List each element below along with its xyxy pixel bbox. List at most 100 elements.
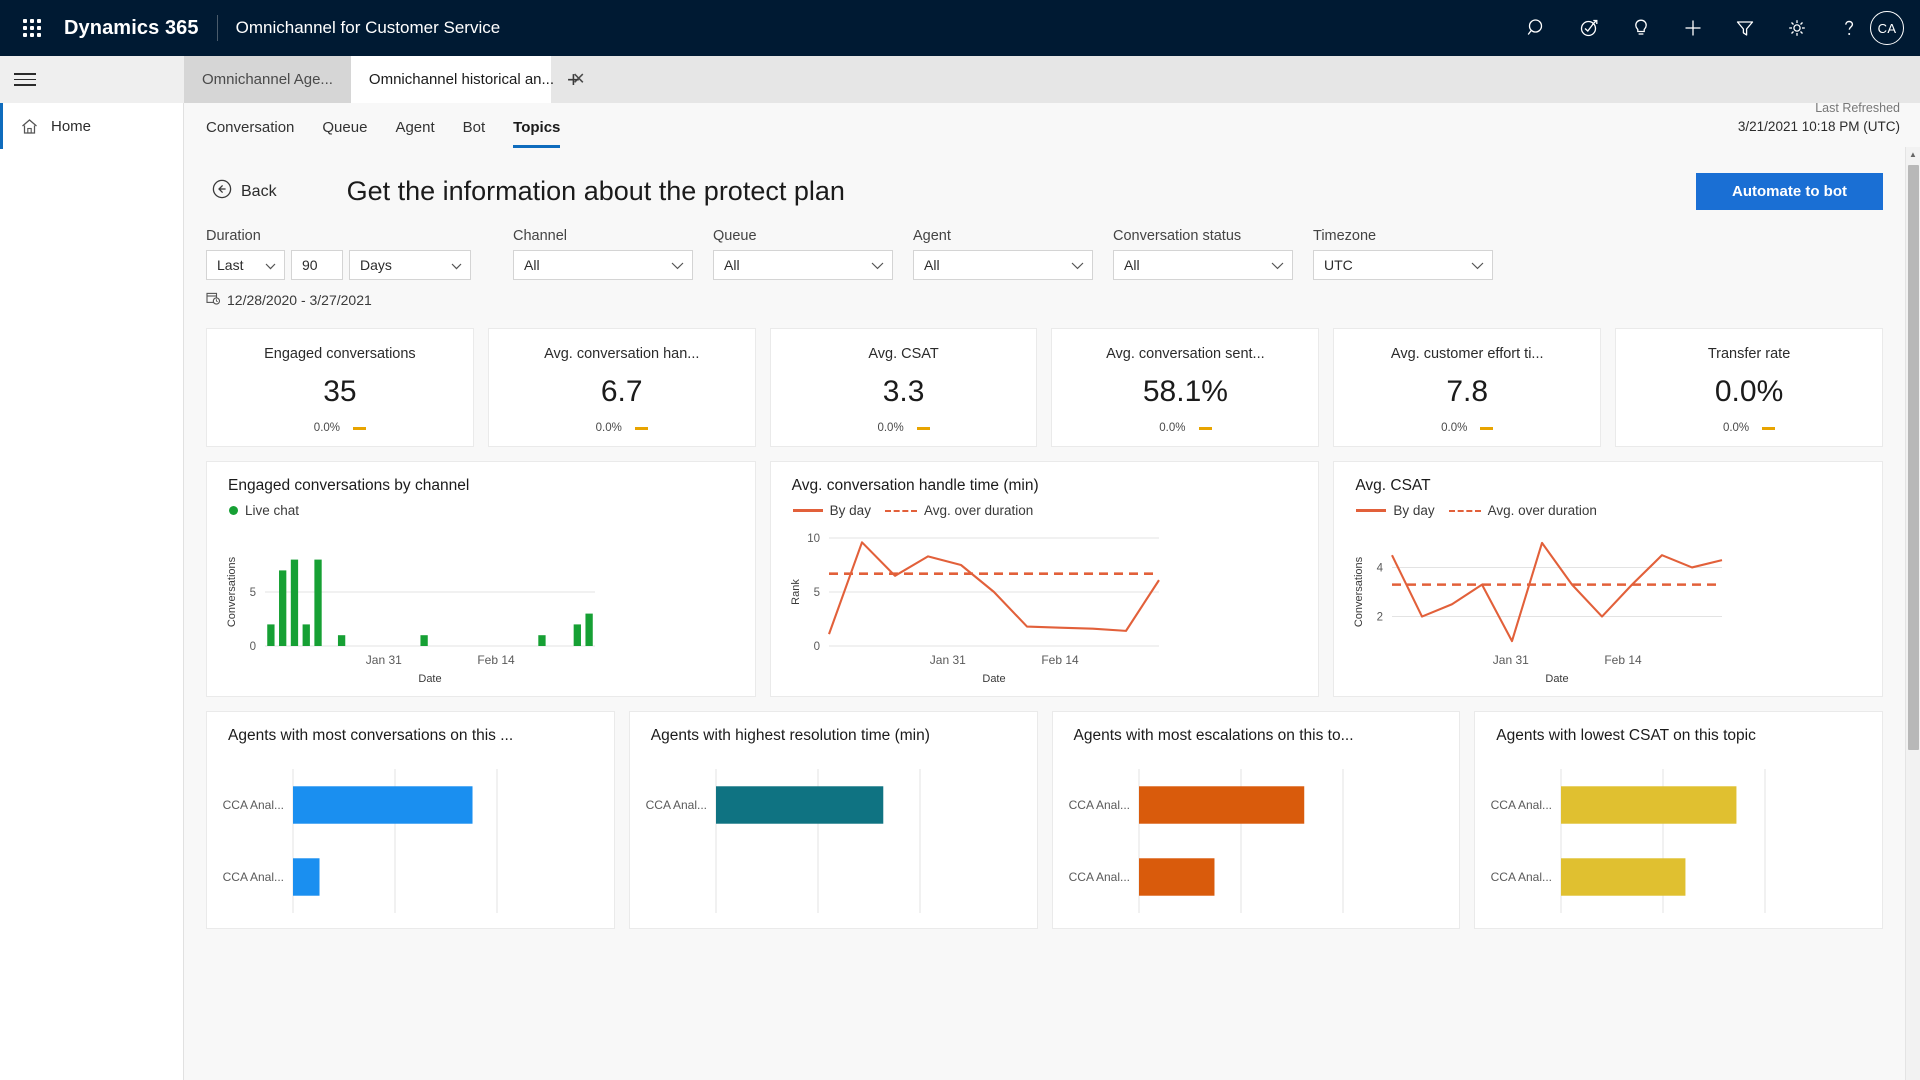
chevron-down-icon — [871, 257, 884, 273]
hbar-chart-agents-most-conversations[interactable]: CCA Anal... CCA Anal... — [221, 755, 511, 920]
app-launcher-icon[interactable] — [14, 10, 50, 46]
browser-tab-1[interactable]: Omnichannel Age... — [184, 56, 351, 103]
kpi-card-avg-customer-effort-time[interactable]: Avg. customer effort ti... 7.8 0.0% — [1333, 328, 1602, 447]
hbar-chart-agents-most-escalations[interactable]: CCA Anal... CCA Anal... — [1067, 755, 1357, 920]
kpi-value: 58.1% — [1142, 375, 1228, 408]
sidebar-item-home[interactable]: Home — [0, 103, 183, 149]
tab-queue[interactable]: Queue — [322, 119, 367, 148]
hbar-chart-agents-lowest-csat[interactable]: CCA Anal... CCA Anal... — [1489, 755, 1779, 920]
line-chart-avg-csat[interactable]: 2 4 Jan 31 Feb 14 Date Conversations — [1348, 528, 1726, 688]
vertical-scrollbar[interactable]: ▲ — [1905, 147, 1920, 1080]
timezone-select[interactable]: UTC — [1313, 250, 1493, 280]
chart-panel-agents-most-conversations: Agents with most conversations on this .… — [206, 711, 615, 929]
filter-queue-label: Queue — [713, 228, 757, 244]
agent-select[interactable]: All — [913, 250, 1093, 280]
filter-agent-label: Agent — [913, 228, 951, 244]
help-icon[interactable] — [1836, 15, 1862, 41]
browser-tab-2-label: Omnichannel historical an... — [368, 71, 555, 88]
browser-tab-1-label: Omnichannel Age... — [202, 71, 333, 88]
sidebar-item-home-label: Home — [51, 117, 92, 135]
legend-line-icon — [792, 509, 823, 512]
chart-title: Avg. CSAT — [1355, 477, 1431, 494]
top-navigation-bar: Dynamics 365 Omnichannel for Customer Se… — [0, 0, 1920, 56]
chevron-down-icon — [1471, 257, 1484, 273]
timezone-value: UTC — [1324, 257, 1353, 273]
kpi-delta: 0.0% — [596, 422, 648, 434]
legend-label: Avg. over duration — [1487, 503, 1597, 518]
kpi-delta: 0.0% — [877, 422, 930, 434]
trend-flat-icon — [1198, 426, 1212, 430]
kpi-title: Transfer rate — [1707, 346, 1791, 362]
duration-operator-select[interactable]: Last — [206, 250, 285, 280]
lightbulb-icon[interactable] — [1628, 15, 1654, 41]
tab-agent[interactable]: Agent — [395, 119, 434, 148]
conversation-status-select[interactable]: All — [1113, 250, 1293, 280]
kpi-card-engaged-conversations[interactable]: Engaged conversations 35 0.0% — [206, 328, 474, 447]
plus-icon[interactable] — [1680, 15, 1706, 41]
kpi-delta-pct: 0.0% — [313, 422, 341, 434]
duration-unit-select[interactable]: Days — [349, 250, 471, 280]
duration-amount-input[interactable]: 90 — [291, 250, 343, 280]
filter-icon[interactable] — [1732, 15, 1758, 41]
chart-panel-avg-csat: Avg. CSAT By day Avg. over duration 2 4 … — [1333, 461, 1884, 697]
brand-title[interactable]: Dynamics 365 — [64, 17, 199, 40]
tab-bot[interactable]: Bot — [463, 119, 486, 148]
chart-title: Agents with lowest CSAT on this topic — [1496, 727, 1756, 744]
avatar[interactable]: CA — [1870, 11, 1904, 45]
svg-text:Date: Date — [982, 673, 1005, 685]
legend-dashed-line-icon — [884, 509, 917, 512]
last-refreshed-timestamp: 3/21/2021 10:18 PM (UTC) — [1737, 119, 1900, 135]
automate-to-bot-button[interactable]: Automate to bot — [1696, 173, 1883, 210]
trend-flat-icon — [1762, 426, 1776, 430]
kpi-value: 3.3 — [882, 375, 925, 408]
channel-select[interactable]: All — [513, 250, 693, 280]
trend-flat-icon — [353, 426, 367, 430]
assistant-icon[interactable] — [1576, 15, 1602, 41]
agent-value: All — [924, 257, 940, 273]
tab-topics[interactable]: Topics — [513, 119, 561, 148]
kpi-delta-pct: 0.0% — [1722, 422, 1750, 434]
chart-title: Agents with most escalations on this to.… — [1073, 727, 1354, 744]
legend-item-by-day: By day — [1356, 503, 1435, 518]
kpi-card-transfer-rate[interactable]: Transfer rate 0.0% 0.0% — [1615, 328, 1883, 447]
site-map-toggle[interactable] — [0, 56, 184, 103]
back-button[interactable]: Back — [212, 179, 277, 204]
line-chart-avg-handle-time[interactable]: 0 5 10 Jan 31 Feb 14 Date Rank — [785, 528, 1163, 688]
chart-body: CCA Anal... CCA Anal... — [1053, 745, 1460, 928]
chart-title: Agents with most conversations on this .… — [228, 727, 514, 744]
chart-legend: By day Avg. over duration — [771, 495, 1319, 518]
gear-icon[interactable] — [1784, 15, 1810, 41]
hbar-chart-agents-highest-resolution-time[interactable]: CCA Anal... — [644, 755, 934, 920]
browser-tab-2[interactable]: Omnichannel historical an... ✕ — [350, 56, 585, 103]
last-refreshed-label: Last Refreshed — [1815, 101, 1900, 115]
kpi-card-avg-csat[interactable]: Avg. CSAT 3.3 0.0% — [769, 328, 1038, 447]
queue-select[interactable]: All — [713, 250, 893, 280]
tab-conversation[interactable]: Conversation — [206, 119, 294, 148]
chevron-down-icon — [451, 257, 462, 273]
scrollbar-thumb[interactable] — [1908, 165, 1919, 750]
kpi-delta: 0.0% — [313, 422, 367, 434]
legend-item-live-chat: Live chat — [229, 503, 299, 518]
legend-label: By day — [1393, 503, 1435, 518]
chart-body: CCA Anal... CCA Anal... — [207, 745, 614, 928]
bar-chart-engaged-by-channel[interactable]: 0 5 Jan 31 Feb 14 Date Conversations — [221, 528, 599, 688]
chart-body: 2 4 Jan 31 Feb 14 Date Conversations — [1334, 518, 1882, 696]
svg-text:CCA Anal...: CCA Anal... — [1068, 798, 1129, 812]
app-body: Home Conversation Queue Agent Bot Topics… — [0, 101, 1920, 1080]
filter-timezone: Timezone UTC — [1313, 228, 1493, 280]
svg-text:Conversations: Conversations — [1353, 556, 1365, 627]
kpi-card-avg-conversation-handle-time[interactable]: Avg. conversation han... 6.7 0.0% — [487, 328, 756, 447]
chart-body: 0 5 10 Jan 31 Feb 14 Date Rank — [771, 518, 1319, 696]
svg-text:5: 5 — [250, 587, 256, 599]
scroll-up-arrow-icon[interactable]: ▲ — [1906, 147, 1920, 162]
chart-body: CCA Anal... CCA Anal... — [1475, 745, 1882, 928]
new-tab-button[interactable]: + — [551, 56, 596, 103]
svg-text:Date: Date — [418, 673, 441, 685]
chart-panel-agents-lowest-csat: Agents with lowest CSAT on this topic CC… — [1474, 711, 1883, 929]
chart-title: Avg. conversation handle time (min) — [791, 477, 1039, 494]
legend-label: By day — [829, 503, 871, 518]
search-icon[interactable] — [1524, 15, 1550, 41]
svg-text:Jan 31: Jan 31 — [929, 653, 965, 667]
kpi-card-avg-conversation-sentiment[interactable]: Avg. conversation sent... 58.1% 0.0% — [1051, 328, 1320, 447]
svg-text:5: 5 — [813, 587, 819, 599]
